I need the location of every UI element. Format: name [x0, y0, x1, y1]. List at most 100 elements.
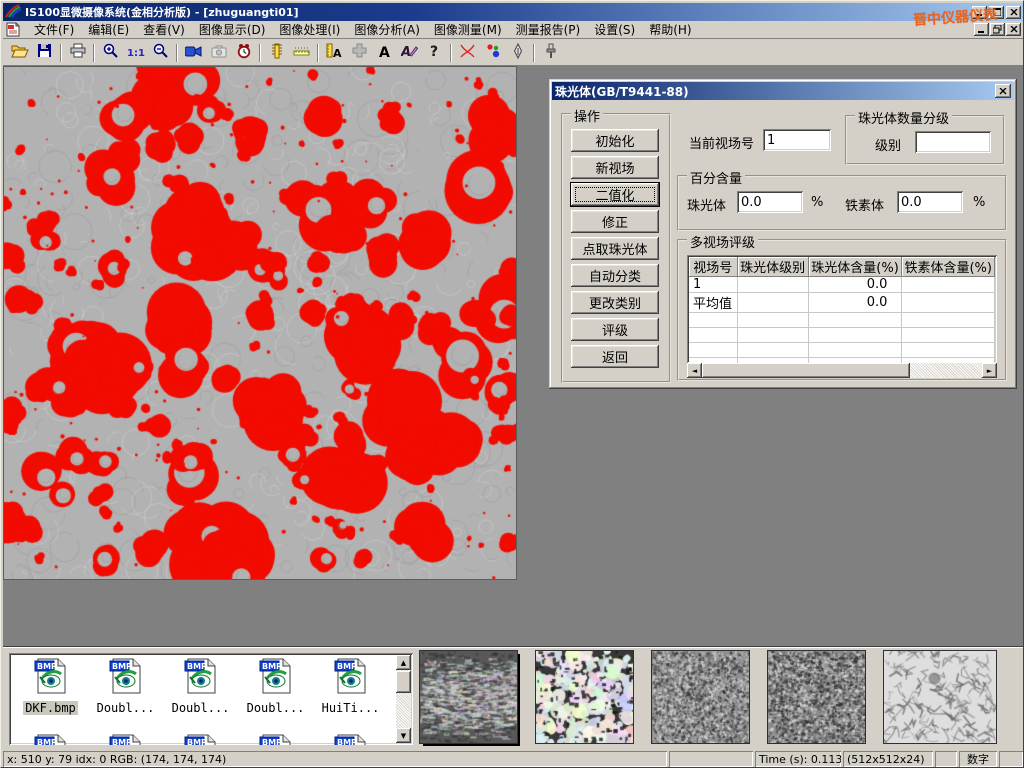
- menu-item-8[interactable]: 测量报告(P): [509, 20, 588, 39]
- dialog-title-bar[interactable]: 珠光体(GB/T9441-88): [552, 82, 1014, 100]
- thumbnail-5[interactable]: [884, 651, 996, 743]
- toolbar-ruler-button[interactable]: [289, 42, 314, 64]
- thumbnail-1[interactable]: [420, 651, 517, 743]
- toolbar-text-button[interactable]: A: [372, 42, 397, 64]
- table-col-4[interactable]: 铁素体含量(%): [902, 257, 995, 277]
- op-button-5[interactable]: 点取珠光体: [571, 237, 659, 260]
- metallographic-image[interactable]: [4, 67, 516, 579]
- current-field-label: 当前视场号: [689, 133, 754, 152]
- table-col-1[interactable]: 视场号: [689, 257, 737, 277]
- thumbnail-3[interactable]: [652, 651, 749, 743]
- menu-item-3[interactable]: 查看(V): [136, 20, 192, 39]
- toolbar-separator: [60, 44, 62, 62]
- op-button-8[interactable]: 评级: [571, 318, 659, 341]
- table-row-5[interactable]: [689, 343, 995, 358]
- ferrite-percent-input[interactable]: [897, 191, 963, 213]
- table-cell: 平均值: [689, 293, 737, 313]
- menu-item-1[interactable]: 文件(F): [27, 20, 81, 39]
- toolbar-print-button[interactable]: [65, 42, 90, 64]
- toolbar-video-camera-button[interactable]: [181, 42, 206, 64]
- child-restore-button[interactable]: [990, 23, 1005, 36]
- table-row-3[interactable]: [689, 313, 995, 328]
- toolbar-actual-size-button[interactable]: 1:1: [123, 42, 148, 64]
- menu-item-6[interactable]: 图像分析(A): [347, 20, 427, 39]
- file-item-partial-5[interactable]: BMP: [313, 733, 388, 745]
- toolbar-save-button[interactable]: [32, 42, 57, 64]
- file-item-partial-3[interactable]: BMP: [163, 733, 238, 745]
- table-row-1[interactable]: 10.0: [689, 277, 995, 293]
- svg-text:?: ?: [430, 44, 438, 58]
- op-button-7[interactable]: 更改类别: [571, 291, 659, 314]
- op-button-1[interactable]: 初始化: [571, 129, 659, 152]
- toolbar-color-dots-button[interactable]: [480, 42, 505, 64]
- file-item-5[interactable]: BMPHuiTi...: [313, 657, 388, 715]
- op-button-9[interactable]: 返回: [571, 345, 659, 368]
- file-list-vscrollbar[interactable]: ▲ ▼: [396, 655, 411, 743]
- toolbar-move-cross-button[interactable]: [347, 42, 372, 64]
- scroll-up-button[interactable]: ▲: [396, 655, 411, 670]
- file-item-2[interactable]: BMPDoubl...: [88, 657, 163, 715]
- menu-item-9[interactable]: 设置(S): [587, 20, 642, 39]
- file-item-4[interactable]: BMPDoubl...: [238, 657, 313, 715]
- op-button-6[interactable]: 自动分类: [571, 264, 659, 287]
- file-item-partial-2[interactable]: BMP: [88, 733, 163, 745]
- minimize-button[interactable]: [972, 6, 987, 19]
- scroll-left-button[interactable]: ◄: [687, 363, 702, 378]
- toolbar-help-button[interactable]: ?: [422, 42, 447, 64]
- current-field-input[interactable]: [763, 129, 831, 151]
- level-input[interactable]: [915, 131, 991, 153]
- toolbar-open-button[interactable]: [7, 42, 32, 64]
- brush-icon: [545, 43, 557, 63]
- dialog-close-button[interactable]: [995, 84, 1011, 98]
- file-scroll-thumb[interactable]: [396, 671, 411, 693]
- menu-item-5[interactable]: 图像处理(I): [272, 20, 347, 39]
- scroll-thumb[interactable]: [702, 363, 910, 378]
- close-button[interactable]: [1006, 6, 1021, 19]
- thumbnail-2[interactable]: [536, 651, 633, 743]
- child-close-button[interactable]: [1006, 23, 1021, 36]
- bmp-file-icon: BMP: [184, 733, 218, 745]
- status-spacer-3: [999, 751, 1023, 767]
- maximize-button[interactable]: [989, 6, 1004, 19]
- toolbar-annotate-button[interactable]: A: [397, 42, 422, 64]
- toolbar-pen-button[interactable]: [505, 42, 530, 64]
- save-icon: [37, 43, 52, 62]
- scroll-track[interactable]: [702, 363, 982, 378]
- scroll-down-button[interactable]: ▼: [396, 728, 411, 743]
- table-row-2[interactable]: 平均值0.0: [689, 293, 995, 313]
- menu-item-7[interactable]: 图像测量(M): [427, 20, 509, 39]
- file-name: Doubl...: [95, 701, 157, 715]
- document-icon[interactable]: [5, 22, 21, 37]
- table-col-3[interactable]: 珠光体含量(%): [808, 257, 902, 277]
- menu-item-2[interactable]: 编辑(E): [81, 20, 136, 39]
- toolbar-caliper-button[interactable]: [264, 42, 289, 64]
- menu-item-4[interactable]: 图像显示(D): [192, 20, 273, 39]
- table-col-2[interactable]: 珠光体级别: [737, 257, 808, 277]
- op-button-4[interactable]: 修正: [571, 210, 659, 233]
- table-row-4[interactable]: [689, 328, 995, 343]
- op-button-2[interactable]: 新视场: [571, 156, 659, 179]
- file-item-1[interactable]: BMPDKF.bmp: [13, 657, 88, 715]
- file-item-partial-1[interactable]: BMP: [13, 733, 88, 745]
- toolbar-brush-button[interactable]: [538, 42, 563, 64]
- toolbar-camera-button[interactable]: [206, 42, 231, 64]
- toolbar-zoom-out-button[interactable]: [148, 42, 173, 64]
- ruler-icon: [293, 43, 310, 62]
- caliper-icon: [270, 43, 284, 63]
- file-item-3[interactable]: BMPDoubl...: [163, 657, 238, 715]
- svg-text:BMP: BMP: [37, 662, 57, 671]
- table-hscrollbar[interactable]: ◄ ►: [687, 363, 997, 378]
- toolbar-measure-text-button[interactable]: A: [322, 42, 347, 64]
- toolbar-zoom-in-button[interactable]: [98, 42, 123, 64]
- thumbnail-4[interactable]: [768, 651, 865, 743]
- toolbar-curve-button[interactable]: [455, 42, 480, 64]
- file-name: Doubl...: [245, 701, 307, 715]
- menu-item-10[interactable]: 帮助(H): [642, 20, 698, 39]
- pearlite-percent-input[interactable]: [737, 191, 803, 213]
- file-item-partial-4[interactable]: BMP: [238, 733, 313, 745]
- op-button-3[interactable]: 二值化: [571, 183, 659, 206]
- toolbar-clock-button[interactable]: [231, 42, 256, 64]
- scroll-right-button[interactable]: ►: [982, 363, 997, 378]
- status-bar: x: 510 y: 79 idx: 0 RGB: (174, 174, 174)…: [3, 749, 1023, 767]
- child-minimize-button[interactable]: [974, 23, 989, 36]
